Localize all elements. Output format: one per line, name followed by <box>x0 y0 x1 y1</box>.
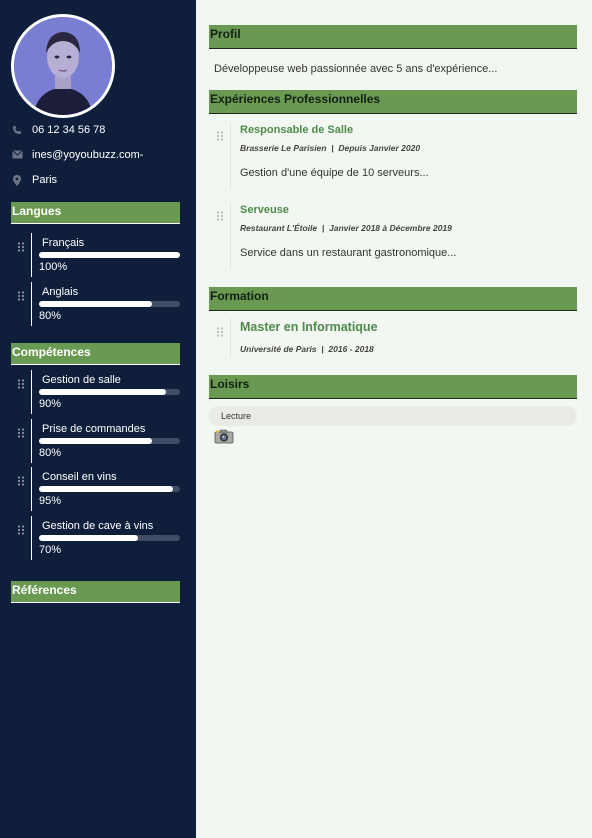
sidebar: 06 12 34 56 78 ines@yoyoubuzz.com- Paris… <box>0 0 196 838</box>
school-name: Université de Paris <box>240 344 317 354</box>
job-description: Service dans un restaurant gastronomique… <box>240 247 457 259</box>
drag-handle-icon[interactable] <box>17 239 25 252</box>
skill-level-fill <box>39 486 173 492</box>
skill-level-fill <box>39 438 152 444</box>
language-item[interactable]: Anglais 80% <box>11 282 181 326</box>
skill-percent: 70% <box>39 544 62 556</box>
language-level-bar <box>39 252 180 258</box>
language-name: Français <box>42 237 85 249</box>
skill-level-bar <box>39 486 180 492</box>
experience-header: Expériences Professionnelles <box>209 90 577 114</box>
profile-photo <box>11 14 115 118</box>
job-period: Janvier 2018 à Décembre 2019 <box>328 223 452 233</box>
degree-title: Master en Informatique <box>240 320 378 334</box>
divider <box>31 467 32 511</box>
divider <box>230 122 231 190</box>
skill-level-bar <box>39 535 180 541</box>
education-period: 2016 - 2018 <box>328 344 374 354</box>
meta-separator: | <box>321 344 324 354</box>
profile-summary: Développeuse web passionnée avec 5 ans d… <box>214 63 498 75</box>
job-title: Serveuse <box>240 204 289 216</box>
language-percent: 100% <box>39 261 68 273</box>
phone-icon <box>11 125 23 137</box>
email-address: ines@yoyoubuzz.com- <box>32 149 144 161</box>
skills-header: Compétences <box>11 343 180 365</box>
meta-separator: | <box>321 223 325 233</box>
job-meta: Restaurant L'Étoile | Janvier 2018 à Déc… <box>240 223 452 233</box>
skill-percent: 95% <box>39 495 62 507</box>
education-header: Formation <box>209 287 577 311</box>
references-header: Références <box>11 581 180 603</box>
skill-name: Gestion de cave à vins <box>42 520 154 532</box>
company-name: Restaurant L'Étoile <box>240 223 318 233</box>
meta-separator: | <box>331 143 334 153</box>
skill-name: Conseil en vins <box>42 471 117 483</box>
skill-level-fill <box>39 389 166 395</box>
phone-number: 06 12 34 56 78 <box>32 124 106 136</box>
map-pin-icon <box>11 175 23 187</box>
skill-percent: 90% <box>39 398 62 410</box>
skill-level-bar <box>39 438 180 444</box>
language-item[interactable]: Français 100% <box>11 233 181 277</box>
drag-handle-icon[interactable] <box>17 376 25 389</box>
language-level-bar <box>39 301 180 307</box>
hobby-item[interactable]: Lecture <box>209 406 577 426</box>
experience-item[interactable]: Serveuse Restaurant L'Étoile | Janvier 2… <box>209 202 577 270</box>
language-percent: 80% <box>39 310 62 322</box>
drag-handle-icon[interactable] <box>216 324 224 337</box>
divider <box>230 318 231 358</box>
language-level-fill <box>39 252 180 258</box>
skill-name: Gestion de salle <box>42 374 121 386</box>
skill-item[interactable]: Gestion de salle 90% <box>11 370 181 414</box>
job-period: Depuis Janvier 2020 <box>338 143 421 153</box>
skill-item[interactable]: Conseil en vins 95% <box>11 467 181 511</box>
envelope-icon <box>11 150 23 162</box>
job-meta: Brasserie Le Parisien | Depuis Janvier 2… <box>240 143 420 153</box>
drag-handle-icon[interactable] <box>17 473 25 486</box>
divider <box>31 370 32 414</box>
skill-level-fill <box>39 535 138 541</box>
skill-item[interactable]: Gestion de cave à vins 70% <box>11 516 181 560</box>
experience-item[interactable]: Responsable de Salle Brasserie Le Parisi… <box>209 122 577 190</box>
company-name: Brasserie Le Parisien <box>240 143 327 153</box>
education-item[interactable]: Master en Informatique Université de Par… <box>209 318 577 358</box>
job-title: Responsable de Salle <box>240 124 354 136</box>
city: Paris <box>32 174 58 186</box>
skill-item[interactable]: Prise de commandes 80% <box>11 419 181 463</box>
language-level-fill <box>39 301 152 307</box>
education-meta: Université de Paris | 2016 - 2018 <box>240 344 374 354</box>
language-name: Anglais <box>42 286 79 298</box>
drag-handle-icon[interactable] <box>17 522 25 535</box>
camera-icon <box>214 428 234 444</box>
drag-handle-icon[interactable] <box>216 208 224 221</box>
skill-level-bar <box>39 389 180 395</box>
divider <box>31 516 32 560</box>
drag-handle-icon[interactable] <box>17 288 25 301</box>
divider <box>230 202 231 270</box>
skill-percent: 80% <box>39 447 62 459</box>
divider <box>31 419 32 463</box>
drag-handle-icon[interactable] <box>216 128 224 141</box>
profile-header: Profil <box>209 25 577 49</box>
divider <box>31 282 32 326</box>
skill-name: Prise de commandes <box>42 423 146 435</box>
languages-header: Langues <box>11 202 180 224</box>
divider <box>31 233 32 277</box>
job-description: Gestion d'une équipe de 10 serveurs... <box>240 167 429 179</box>
hobbies-header: Loisirs <box>209 375 577 399</box>
drag-handle-icon[interactable] <box>17 425 25 438</box>
